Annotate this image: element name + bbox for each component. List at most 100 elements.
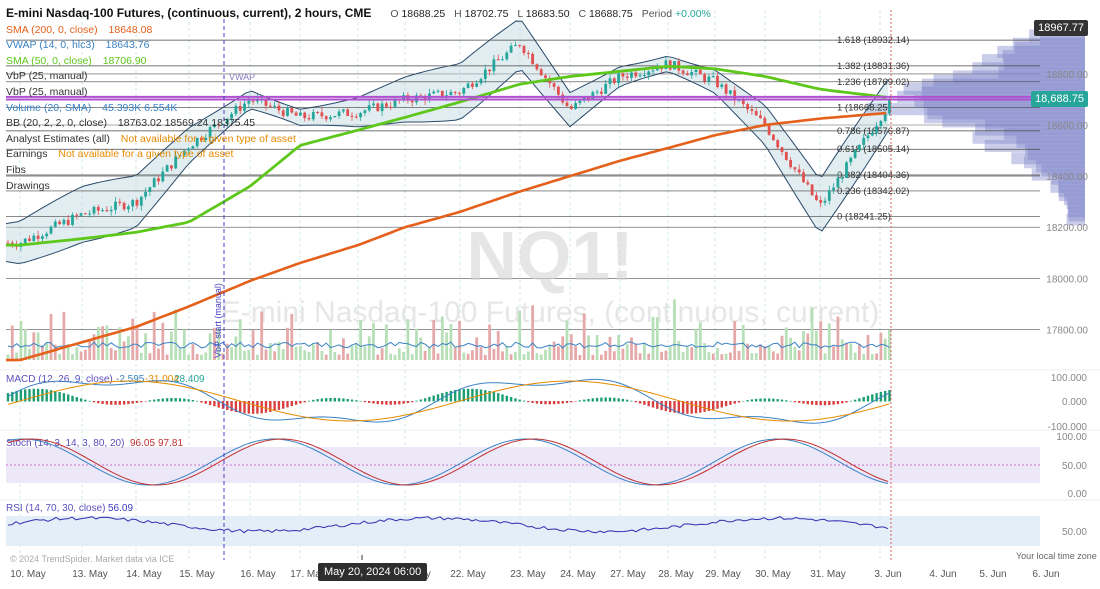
volume-bar xyxy=(290,313,294,360)
macd-histogram-bar xyxy=(419,399,422,402)
copyright: © 2024 TrendSpider. Market data via ICE xyxy=(10,554,175,564)
vbp-start-label: VbP start (manual) xyxy=(213,283,223,358)
legend-item[interactable]: Earnings Not available for a given type … xyxy=(6,147,711,163)
volume-bar xyxy=(170,331,173,360)
volume-bar xyxy=(342,338,345,360)
volume-bar xyxy=(677,341,681,360)
candle-body xyxy=(750,109,754,112)
macd-histogram-bar xyxy=(148,400,152,402)
volume-bar xyxy=(62,311,66,360)
volume-bar xyxy=(514,351,517,360)
candle-body xyxy=(135,200,139,206)
legend-item[interactable]: Analyst Estimates (all) Not available fo… xyxy=(6,132,711,148)
candle-body xyxy=(96,206,100,211)
macd-histogram-bar xyxy=(819,401,822,406)
macd-histogram-bar xyxy=(101,401,104,404)
macd-histogram-bar xyxy=(587,398,590,402)
macd-histogram-bar xyxy=(307,400,311,402)
macd-histogram-bar xyxy=(595,397,599,402)
volume-bar xyxy=(767,346,771,360)
volume-bar xyxy=(578,354,582,360)
macd-histogram-bar xyxy=(88,400,91,402)
macd-histogram-bar xyxy=(415,400,418,402)
legend-item[interactable]: VWAP (14, 0, hlc3) 18643.76 xyxy=(6,38,711,54)
volume-bar xyxy=(526,351,530,360)
volume-bar xyxy=(698,322,702,360)
candle-body xyxy=(823,200,827,203)
volume-bar xyxy=(436,353,440,360)
macd-histogram-bar xyxy=(574,401,577,402)
macd-histogram-bar xyxy=(157,399,160,402)
volume-bar xyxy=(127,336,130,360)
volume-bar xyxy=(453,347,457,360)
macd-histogram-bar xyxy=(282,401,285,409)
volume-bar xyxy=(565,320,569,360)
volume-bar xyxy=(784,327,788,360)
macd-histogram-bar xyxy=(32,388,35,402)
candle-body xyxy=(815,195,818,201)
stoch-axis-tick: 0.00 xyxy=(1068,489,1088,500)
volume-bar xyxy=(471,350,474,360)
current-price-tag: 18,688.75 xyxy=(1031,91,1088,107)
volume-bar xyxy=(397,348,401,360)
macd-histogram-bar xyxy=(802,401,805,404)
macd-histogram-bar xyxy=(19,390,23,402)
volume-bar xyxy=(522,354,526,360)
period-label: Period xyxy=(641,8,673,20)
fib-label: 1.236 (18769.02) xyxy=(837,77,909,88)
macd-histogram-bar xyxy=(208,401,212,405)
legend-item[interactable]: SMA (50, 0, close) 18706.90 xyxy=(6,54,711,70)
legend-item[interactable]: SMA (200, 0, close) 18648.08 xyxy=(6,23,711,39)
legend-item[interactable]: Drawings xyxy=(6,179,711,195)
period-value: +0.00% xyxy=(674,8,711,20)
legend-item[interactable]: BB (20, 2, 2, 0, close) 18763.02 18569.2… xyxy=(6,116,711,132)
macd-histogram-bar xyxy=(380,401,384,405)
volume-bar xyxy=(243,350,246,360)
macd-histogram-bar xyxy=(105,401,109,405)
legend-item-value: Not available for a given type of asset xyxy=(117,132,296,145)
volume-bar xyxy=(694,329,698,360)
macd-histogram-bar xyxy=(153,399,156,402)
volume-bar xyxy=(651,316,655,360)
candle-body xyxy=(858,144,861,151)
volume-bar xyxy=(686,346,689,360)
macd-histogram-bar xyxy=(634,401,637,403)
macd-histogram-bar xyxy=(570,401,573,403)
candle-body xyxy=(53,221,57,227)
macd-histogram-bar xyxy=(161,398,164,402)
macd-histogram-bar xyxy=(660,401,663,411)
macd-histogram-bar xyxy=(737,401,741,403)
timezone-label[interactable]: Your local time zone xyxy=(1016,551,1097,561)
volume-bar xyxy=(165,354,169,360)
fib-label: 0 (18241.25) xyxy=(837,212,891,223)
crosshair-date: May 20, 2024 06:00 xyxy=(318,563,428,581)
candle-body xyxy=(6,242,10,244)
macd-histogram-bar xyxy=(312,399,315,402)
candle-body xyxy=(754,111,758,116)
legend-item[interactable]: VbP (25, manual) xyxy=(6,69,711,85)
macd-histogram-bar xyxy=(355,400,358,402)
watermark: NQ1! E-mini Nasdaq-100 Futures, (continu… xyxy=(221,217,880,329)
volume-bar xyxy=(741,324,745,360)
legend-item[interactable]: VbP (25, manual) xyxy=(6,85,711,101)
macd-histogram-bar xyxy=(853,399,857,402)
volume-bar xyxy=(385,324,388,360)
macd-histogram-bar xyxy=(681,401,685,414)
price-tick: 18800.00 xyxy=(1046,70,1088,81)
volume-bar xyxy=(557,346,560,360)
macd-histogram-bar xyxy=(230,401,233,412)
macd-histogram-bar xyxy=(608,397,612,402)
macd-histogram-bar xyxy=(213,401,216,407)
macd-histogram-bar xyxy=(471,388,474,402)
open-label: O xyxy=(390,8,399,20)
macd-histogram-bar xyxy=(174,398,177,402)
volume-bar xyxy=(178,347,182,360)
stoch-axis-tick: 100.00 xyxy=(1056,432,1087,443)
legend-item[interactable]: Fibs xyxy=(6,163,711,179)
legend-item-value: 18706.90 xyxy=(99,54,147,67)
rsi-axis-tick: 50.00 xyxy=(1062,527,1087,538)
macd-histogram-bar xyxy=(346,398,349,402)
volume-bar xyxy=(380,348,384,360)
legend-item[interactable]: Volume (20, SMA) 45.393K 6.554K xyxy=(6,101,711,117)
macd-histogram-bar xyxy=(45,389,48,402)
